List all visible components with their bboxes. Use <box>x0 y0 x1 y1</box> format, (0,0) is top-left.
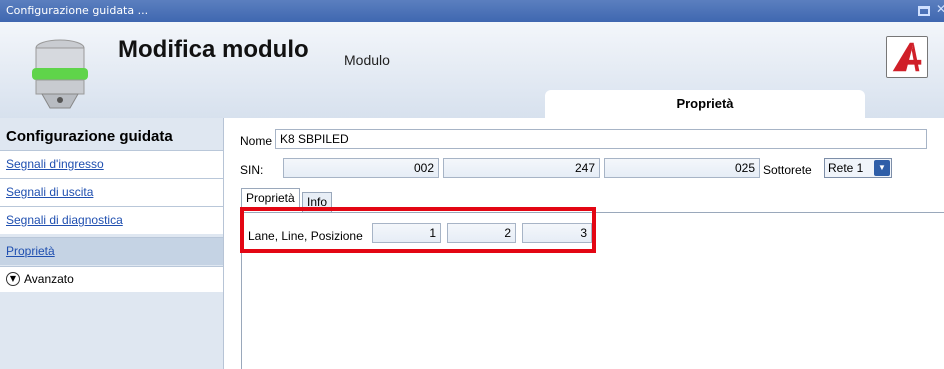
sidebar: Configurazione guidata Segnali d'ingress… <box>0 118 224 369</box>
sin-field-2[interactable]: 247 <box>443 158 600 178</box>
name-field[interactable]: K8 SBPILED <box>275 129 927 149</box>
name-label: Nome <box>240 134 273 148</box>
sidebar-item-input-signals[interactable]: Segnali d'ingresso <box>0 150 223 178</box>
page-title: Modifica modulo <box>118 36 309 63</box>
title-bar: Configurazione guidata ... ✕ <box>0 0 944 22</box>
window-title: Configurazione guidata ... <box>6 4 149 17</box>
chevron-down-icon[interactable]: ▼ <box>6 272 20 286</box>
sin-field-1[interactable]: 002 <box>283 158 439 178</box>
dropdown-arrow-icon[interactable]: ▼ <box>874 160 890 176</box>
header: Modifica modulo Modulo Proprietà <box>0 22 944 118</box>
properties-header-tab[interactable]: Proprietà <box>545 90 865 118</box>
sidebar-item-label[interactable]: Segnali di diagnostica <box>6 213 123 227</box>
module-device-icon <box>32 39 88 109</box>
sin-field-3[interactable]: 025 <box>604 158 760 178</box>
sidebar-item-label[interactable]: Segnali di uscita <box>6 185 93 199</box>
sidebar-item-label[interactable]: Proprietà <box>6 244 55 258</box>
close-icon[interactable]: ✕ <box>936 2 944 16</box>
properties-header-label: Proprietà <box>676 96 734 111</box>
brand-logo-icon <box>886 36 928 78</box>
sidebar-item-diagnostic-signals[interactable]: Segnali di diagnostica <box>0 206 223 234</box>
advanced-expander[interactable]: ▼ Avanzato <box>0 266 223 292</box>
sidebar-title: Configurazione guidata <box>6 128 173 145</box>
subnet-label: Sottorete <box>763 163 812 177</box>
maximize-icon[interactable] <box>918 6 930 16</box>
advanced-label: Avanzato <box>24 272 74 286</box>
highlight-box <box>240 207 596 253</box>
sidebar-item-output-signals[interactable]: Segnali di uscita <box>0 178 223 206</box>
sidebar-item-label[interactable]: Segnali d'ingresso <box>6 157 104 171</box>
sin-label: SIN: <box>240 163 264 177</box>
subnet-select[interactable]: Rete 1 ▼ <box>824 158 892 178</box>
subnet-value: Rete 1 <box>828 161 864 175</box>
page-subtitle: Modulo <box>344 52 390 68</box>
sidebar-item-properties[interactable]: Proprietà <box>0 237 223 265</box>
